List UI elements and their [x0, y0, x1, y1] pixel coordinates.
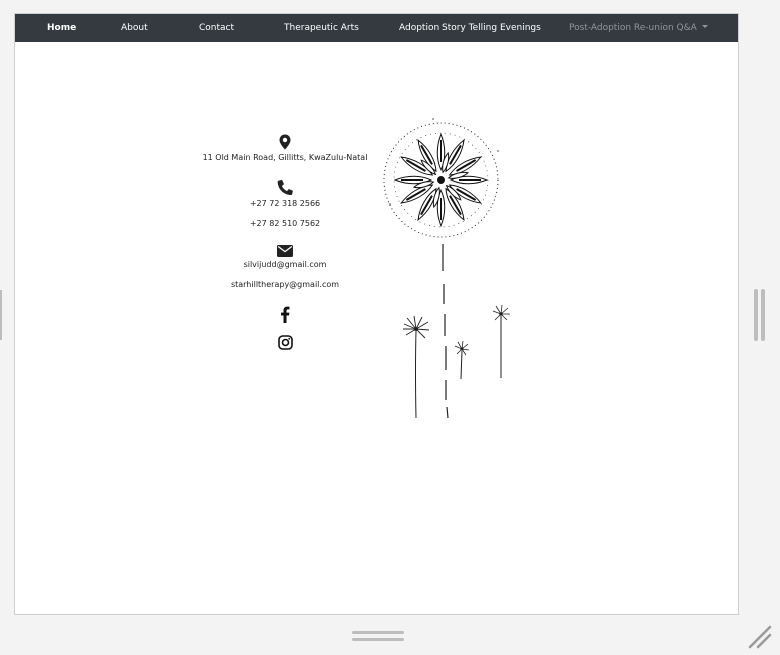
- phone-2-link[interactable]: +27 82 510 7562: [195, 219, 375, 229]
- resize-handle-right-2[interactable]: [761, 289, 765, 341]
- browser-viewport: Home About Contact Therapeutic Arts Adop…: [14, 13, 739, 615]
- resize-handle-bottom-2[interactable]: [352, 638, 404, 641]
- navbar: Home About Contact Therapeutic Arts Adop…: [15, 14, 738, 42]
- email-1-link[interactable]: silvijudd@gmail.com: [195, 260, 375, 270]
- phone-1-link[interactable]: +27 72 318 2566: [195, 199, 375, 209]
- nav-post-adoption-dropdown[interactable]: Post-Adoption Re-union Q&A: [569, 14, 708, 42]
- nav-adoption-story-telling[interactable]: Adoption Story Telling Evenings: [399, 14, 541, 42]
- nav-about[interactable]: About: [121, 14, 148, 42]
- nav-home[interactable]: Home: [47, 14, 76, 42]
- dandelion-illustration: [383, 118, 510, 419]
- resize-corner-icon[interactable]: [746, 623, 772, 649]
- nav-therapeutic-arts[interactable]: Therapeutic Arts: [284, 14, 359, 42]
- facebook-icon[interactable]: [280, 306, 290, 323]
- address-text: 11 Old Main Road, Gillitts, KwaZulu-Nata…: [202, 153, 368, 162]
- caret-down-icon: [701, 25, 708, 28]
- resize-handle-right[interactable]: [754, 289, 758, 341]
- map-marker-icon: [279, 134, 291, 150]
- resize-handle-bottom[interactable]: [352, 631, 404, 634]
- phone-icon: [277, 179, 293, 195]
- envelope-icon: [277, 245, 293, 257]
- contact-info: 11 Old Main Road, Gillitts, KwaZulu-Nata…: [195, 134, 375, 350]
- email-2-link[interactable]: starhilltherapy@gmail.com: [195, 280, 375, 290]
- window-edge: [0, 290, 2, 340]
- instagram-icon[interactable]: [277, 335, 293, 350]
- nav-contact[interactable]: Contact: [199, 14, 234, 42]
- nav-post-adoption-label: Post-Adoption Re-union Q&A: [569, 23, 697, 33]
